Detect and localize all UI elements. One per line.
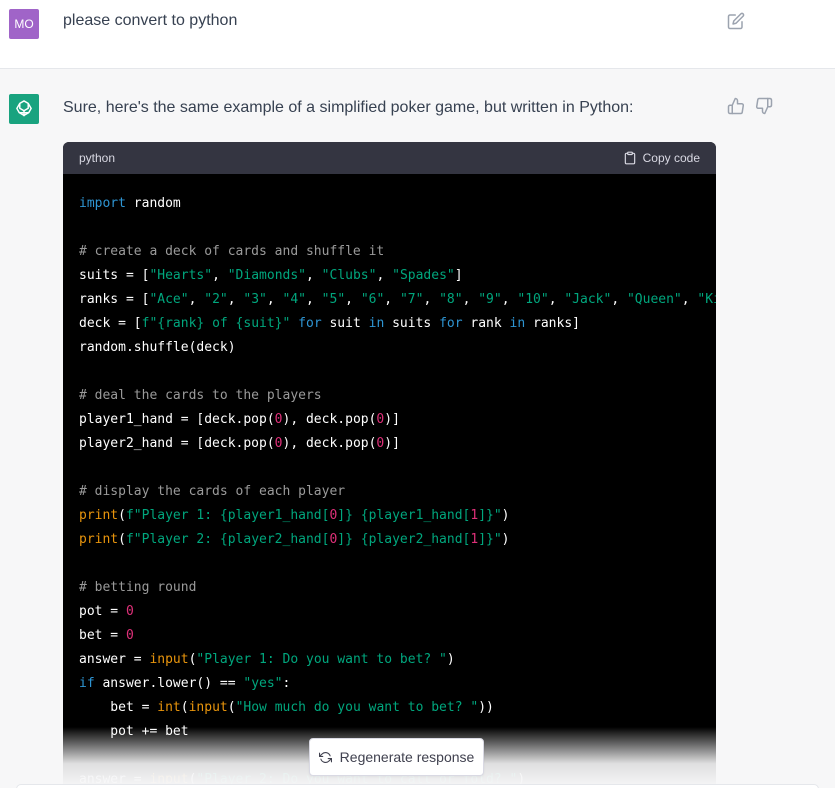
copy-code-button[interactable]: Copy code — [623, 151, 700, 165]
user-message-text: please convert to python — [63, 12, 238, 29]
code-language-label: python — [79, 151, 116, 165]
assistant-message-row: Sure, here's the same example of a simpl… — [0, 69, 835, 788]
code-line: ​ — [79, 456, 700, 480]
code-line: player1_hand = [deck.pop(0), deck.pop(0)… — [79, 412, 400, 427]
code-line: pot = 0 — [79, 604, 134, 619]
code-line: ranks = ["Ace", "2", "3", "4", "5", "6",… — [79, 292, 716, 307]
code-line: import random — [79, 196, 181, 211]
code-body: import random ​ # create a deck of cards a… — [63, 174, 716, 788]
code-line: ​ — [79, 360, 700, 384]
edit-icon[interactable] — [727, 12, 745, 30]
message-input[interactable] — [16, 784, 819, 788]
user-avatar: MO — [9, 9, 39, 39]
code-line: ​ — [79, 552, 700, 576]
code-line: # betting round — [79, 580, 197, 595]
code-line: # display the cards of each player — [79, 484, 346, 499]
assistant-avatar — [9, 94, 39, 124]
refresh-icon — [318, 751, 332, 763]
code-line: player2_hand = [deck.pop(0), deck.pop(0)… — [79, 436, 400, 451]
code-line: # create a deck of cards and shuffle it — [79, 244, 385, 259]
copy-code-label: Copy code — [642, 151, 700, 165]
code-line: # deal the cards to the players — [79, 388, 322, 403]
code-line: bet = int(input("How much do you want to… — [79, 700, 494, 715]
code-header: python Copy code — [63, 142, 716, 174]
code-line: print(f"Player 2: {player2_hand[0]} {pla… — [79, 532, 510, 547]
regenerate-response-button[interactable]: Regenerate response — [309, 738, 484, 776]
code-line: suits = ["Hearts", "Diamonds", "Clubs", … — [79, 268, 463, 283]
clipboard-icon — [624, 151, 635, 165]
assistant-message-text: Sure, here's the same example of a simpl… — [63, 99, 634, 116]
user-message-row: MO please convert to python — [0, 0, 835, 69]
code-line: answer = input("Player 1: Do you want to… — [79, 652, 455, 667]
code-line: deck = [f"{rank} of {suit}" for suit in … — [79, 316, 580, 331]
code-line: bet = 0 — [79, 628, 134, 643]
thumbs-down-icon[interactable] — [755, 97, 773, 115]
code-block: python Copy code import random ​ # create … — [63, 142, 716, 788]
code-line: if answer.lower() == "yes": — [79, 676, 291, 691]
thumbs-up-icon[interactable] — [727, 97, 745, 115]
openai-logo-icon — [16, 100, 32, 117]
regenerate-label: Regenerate response — [339, 749, 475, 765]
code-line: random.shuffle(deck) — [79, 340, 236, 355]
code-line: ​ — [79, 216, 700, 240]
code-line: print(f"Player 1: {player1_hand[0]} {pla… — [79, 508, 510, 523]
